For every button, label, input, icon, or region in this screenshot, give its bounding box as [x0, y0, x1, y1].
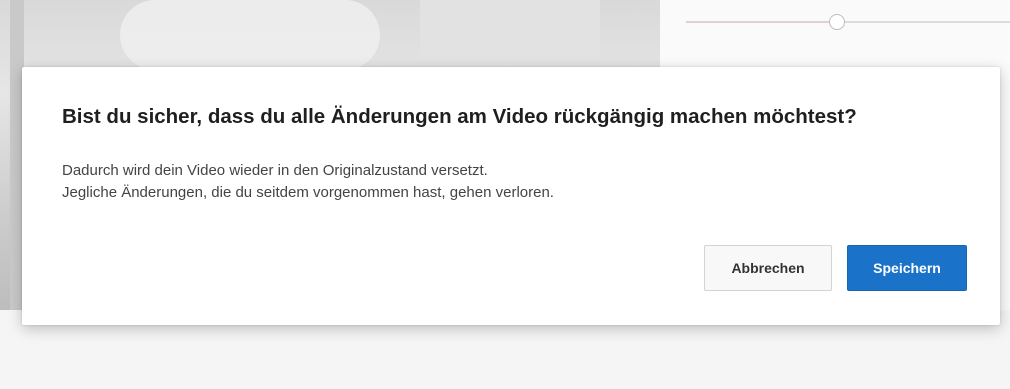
dialog-title: Bist du sicher, dass du alle Änderungen … — [62, 105, 857, 128]
slider-thumb[interactable] — [829, 14, 845, 30]
editor-page: Bist du sicher, dass du alle Änderungen … — [0, 0, 1010, 389]
timeline-slider[interactable] — [686, 14, 1010, 30]
dialog-body: Dadurch wird dein Video wieder in den Or… — [62, 160, 554, 204]
video-frame-detail — [420, 0, 600, 60]
slider-fill — [686, 21, 836, 23]
dialog-body-line: Dadurch wird dein Video wieder in den Or… — [62, 162, 488, 179]
video-frame-detail — [120, 0, 380, 70]
revert-confirm-dialog: Bist du sicher, dass du alle Änderungen … — [22, 67, 1000, 325]
cancel-button[interactable]: Abbrechen — [704, 245, 832, 291]
dialog-body-line: Jegliche Änderungen, die du seitdem vorg… — [62, 184, 554, 201]
save-button[interactable]: Speichern — [847, 245, 967, 291]
